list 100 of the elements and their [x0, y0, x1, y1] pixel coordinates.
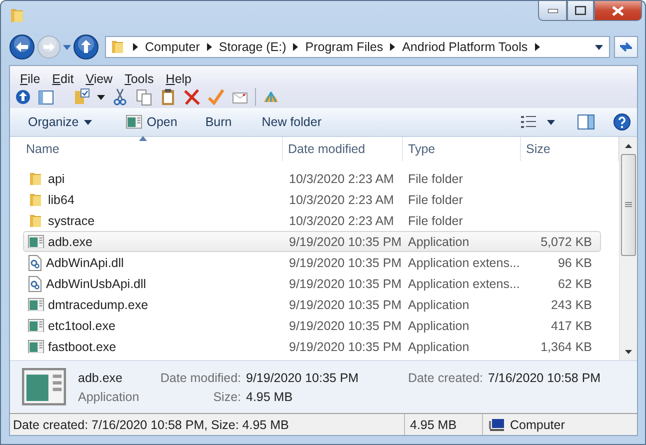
address-bar[interactable]: Computer Storage (E:) Program Files Andriod Platform Tools [105, 36, 610, 58]
caret-icon [595, 44, 603, 50]
column-header[interactable]: Date modified [283, 137, 403, 161]
column-header[interactable]: Name [10, 137, 283, 161]
size-cell-text: 1,364 KB [540, 340, 593, 354]
command-button[interactable]: New folder [256, 112, 328, 132]
maximize-button[interactable] [567, 1, 594, 21]
detail-value: 4.95 MB [246, 390, 294, 404]
file-name: api [48, 172, 65, 186]
menu-item[interactable]: Edit [46, 72, 80, 86]
date-cell-text: 9/19/2020 10:35 PM [288, 234, 400, 248]
date-cell-text: 9/19/2020 10:35 PM [288, 298, 400, 312]
menu-item[interactable]: Help [160, 72, 198, 86]
date-cell-text: 9/19/2020 10:35 PM [288, 276, 400, 290]
refresh-button[interactable] [614, 36, 638, 58]
copy-icon[interactable] [135, 88, 153, 106]
type-cell-text: Application [407, 298, 470, 312]
preview-pane-icon[interactable] [577, 113, 595, 131]
view-options-icon[interactable] [519, 114, 539, 130]
file-name: adb.exe [48, 234, 92, 248]
chevron-icon [534, 43, 540, 51]
column-header[interactable]: Type [403, 137, 521, 161]
file-name: fastboot.exe [48, 340, 116, 354]
file-row[interactable]: api 10/3/2020 2:23 AM File folder [23, 168, 601, 189]
caret-icon [547, 120, 555, 124]
size-cell-text: 417 KB [550, 318, 593, 332]
clipboard-icon[interactable] [159, 88, 177, 106]
size-cell-text: 243 KB [550, 298, 593, 312]
folder-icon [28, 170, 44, 186]
file-name: AdbWinUsbApi.dll [46, 276, 146, 290]
breadcrumb-item[interactable]: Computer [145, 40, 200, 54]
checkmark-icon[interactable] [207, 88, 225, 106]
status-text: Date created: 7/16/2020 10:58 PM, Size: 4.95 MB [13, 418, 289, 432]
folder-check-icon[interactable] [73, 88, 91, 106]
menu-item[interactable]: View [80, 72, 119, 86]
size-cell-text: 62 KB [556, 276, 593, 290]
folder-icon [28, 212, 44, 228]
document-gear-icon [28, 254, 42, 270]
up-icon[interactable] [15, 89, 31, 105]
size-cell-text: 5,072 KB [540, 234, 593, 248]
selected-file-row[interactable]: adb.exe 9/19/2020 10:35 PM Application 5,072 KB [23, 231, 601, 252]
date-cell-text: 10/3/2020 2:23 AM [288, 214, 395, 228]
detail-label: Size: [212, 390, 242, 404]
file-name: adb.exe [78, 370, 124, 384]
delete-icon[interactable] [183, 88, 201, 106]
file-name: dmtracedump.exe [48, 298, 148, 312]
type-cell-text: Application extens... [407, 276, 518, 290]
minimize-icon [548, 8, 558, 12]
type-cell-text: File folder [407, 214, 464, 228]
type-cell-text: Application [407, 340, 470, 354]
close-button[interactable] [594, 1, 642, 21]
type-cell-text: Application extens... [407, 256, 518, 270]
date-cell-text: 9/19/2020 10:35 PM [288, 256, 400, 270]
organize-button[interactable]: Organize [22, 112, 98, 132]
application-icon [28, 340, 44, 354]
file-row[interactable]: AdbWinUsbApi.dll 9/19/2020 10:35 PM Application extens... 62 KB [23, 273, 601, 294]
pane-icon[interactable] [37, 88, 55, 106]
up-arrow-icon [625, 144, 632, 148]
close-icon [612, 6, 624, 16]
detail-value: 9/19/2020 10:35 PM [246, 370, 360, 384]
scissors-icon[interactable] [111, 88, 129, 106]
file-row[interactable]: fastboot.exe 9/19/2020 10:35 PM Application 1,364 KB [23, 336, 601, 357]
breadcrumb-item[interactable]: Program Files [305, 40, 384, 54]
status-location: Computer [510, 418, 565, 432]
help-icon[interactable] [613, 113, 631, 131]
file-row[interactable]: dmtracedump.exe 9/19/2020 10:35 PM Application 243 KB [23, 294, 601, 315]
status-size: 4.95 MB [410, 418, 457, 432]
breadcrumb-item[interactable]: Andriod Platform Tools [402, 40, 528, 54]
detail-label: Date created: [406, 370, 484, 384]
caret-icon [63, 44, 71, 50]
date-cell-text: 9/19/2020 10:35 PM [288, 340, 400, 354]
chevron-icon [133, 43, 138, 51]
file-row[interactable]: lib64 10/3/2020 2:23 AM File folder [23, 189, 601, 210]
document-gear-icon [28, 276, 42, 292]
up-button[interactable] [73, 34, 99, 60]
size-cell-text: 96 KB [556, 256, 593, 270]
application-icon [28, 318, 44, 332]
menu-item[interactable]: File [14, 72, 46, 86]
file-type: Application [78, 390, 140, 404]
command-button[interactable]: Burn [199, 112, 238, 132]
file-row[interactable]: AdbWinApi.dll 9/19/2020 10:35 PM Application extens... 96 KB [23, 252, 601, 273]
breadcrumb-item[interactable]: Storage (E:) [218, 40, 286, 54]
caret-icon [97, 94, 105, 100]
file-name: lib64 [48, 192, 74, 206]
caret-icon [84, 120, 92, 124]
maximize-icon [575, 6, 586, 15]
chevron-icon [206, 43, 212, 51]
minimize-button[interactable] [538, 1, 567, 21]
file-row[interactable]: etc1tool.exe 9/19/2020 10:35 PM Application 417 KB [23, 315, 601, 336]
menu-item[interactable]: Tools [118, 72, 160, 86]
scrollbar-thumb[interactable] [621, 154, 636, 256]
open-button[interactable]: Open [120, 112, 184, 132]
type-cell-text: Application [407, 234, 470, 248]
detail-value: 7/16/2020 10:58 PM [488, 370, 602, 384]
date-cell-text: 10/3/2020 2:23 AM [288, 192, 395, 206]
refresh-icon [619, 41, 633, 53]
file-row[interactable]: systrace 10/3/2020 2:23 AM File folder [23, 210, 601, 231]
back-button[interactable] [9, 34, 35, 60]
type-cell-text: File folder [407, 172, 464, 186]
type-cell-text: Application [407, 318, 470, 332]
